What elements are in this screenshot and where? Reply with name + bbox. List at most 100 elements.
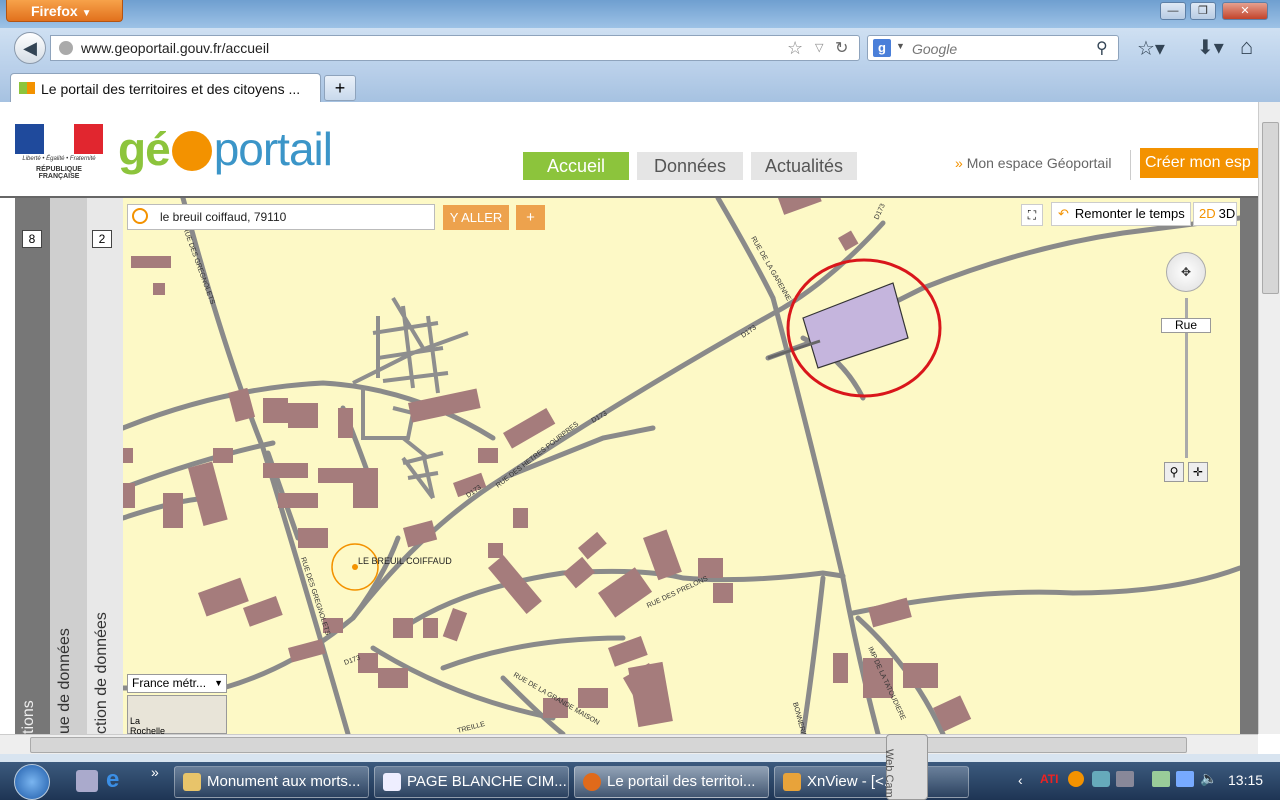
document-icon [383,773,401,791]
close-window-button[interactable]: ✕ [1222,2,1268,20]
tab-donnees[interactable]: Données [637,152,743,180]
mon-espace-link[interactable]: » Mon espace Géoportail [955,155,1111,171]
horizontal-scrollbar[interactable] [0,734,1258,754]
panel-label: tions [20,700,37,734]
new-tab-button[interactable]: + [324,75,356,101]
status-strip [0,754,1280,762]
panel-count-badge: 8 [22,230,42,248]
device-tray-icon[interactable] [1116,771,1134,787]
place-label: LE BREUIL COIFFAUD [358,556,452,566]
back-button[interactable]: ◀ [14,32,46,64]
side-panel-catalogue[interactable]: ue de données [50,198,87,734]
pan-control-icon[interactable]: ✥ [1166,252,1206,292]
creer-compte-button[interactable]: Créer mon esp [1140,148,1258,178]
zoom-center-icon[interactable]: ✛ [1188,462,1208,482]
svg-text:TREILLE: TREILLE [457,721,487,734]
bookmarks-menu-icon[interactable]: ☆▾ [1137,36,1165,61]
site-header: Liberté • Égalité • Fraternité RÉPUBLIQU… [0,102,1258,198]
favicon-icon [19,82,35,94]
url-text: www.geoportail.gouv.fr/accueil [81,40,270,56]
svg-text:RUE DES GREGNOLETS: RUE DES GREGNOLETS [181,226,216,305]
location-search-input[interactable]: le breuil coiffaud, 79110 [127,204,435,230]
google-engine-icon[interactable]: g [873,39,891,57]
go-button[interactable]: Y ALLER [443,205,509,230]
tab-actualites[interactable]: Actualités [751,152,857,180]
tab-accueil[interactable]: Accueil [523,152,629,180]
svg-text:D173: D173 [740,324,758,339]
header-divider [1130,150,1131,180]
avast-icon[interactable] [1068,771,1084,787]
mode-2d[interactable]: 2D [1194,206,1219,221]
tab-title: Le portail des territoires et des citoye… [41,81,301,97]
webcam-widget[interactable]: Web Cam [883,734,928,800]
minimize-button[interactable]: — [1160,2,1186,20]
ati-icon[interactable]: ATI [1040,772,1058,786]
show-desktop-icon[interactable] [76,770,98,792]
geoportail-logo[interactable]: gé portail [118,122,333,176]
site-identity-icon[interactable] [59,41,73,55]
bookmark-star-icon[interactable]: ☆ [787,38,803,59]
search-bar[interactable]: g ▼ Google ⚲ [867,35,1119,61]
svg-text:D173: D173 [873,203,886,221]
network-icon[interactable] [1176,771,1194,787]
territory-select[interactable]: France métr... ▼ [127,674,227,693]
taskbar-item-monument[interactable]: Monument aux morts... [174,766,369,798]
network-tray-icon[interactable] [1092,771,1110,787]
firefox-icon [583,773,601,791]
horizontal-scroll-thumb[interactable] [30,737,1187,753]
map-view[interactable]: RUE DES GREGNOLETS RUE DES GREGNOLETS RU… [123,198,1240,734]
taskbar-item-firefox[interactable]: Le portail des territoi... [574,766,769,798]
page-viewport: Liberté • Égalité • Fraternité RÉPUBLIQU… [0,102,1258,734]
window-titlebar [0,0,1280,28]
more-options-button[interactable]: + [516,205,545,230]
marianne-caption: Liberté • Égalité • Fraternité [22,156,96,162]
webcam-label: Web Cam [883,749,895,798]
taskbar-item-xnview[interactable]: XnView - [<...>p... [774,766,969,798]
zoom-search-icon[interactable]: ⚲ [1164,462,1184,482]
overview-minimap[interactable]: La Rochelle [127,695,227,734]
svg-text:RUE DES PRELONS: RUE DES PRELONS [646,575,710,610]
geolocate-icon[interactable] [132,208,148,224]
power-icon[interactable] [1152,771,1170,787]
dimension-toggle[interactable]: 2D 3D [1193,202,1237,226]
selected-parcel[interactable] [802,282,909,369]
firefox-menu-label: Firefox [31,3,78,19]
engine-dropdown-icon[interactable]: ▼ [896,41,905,51]
search-placeholder: Google [912,41,958,57]
mode-3d[interactable]: 3D [1219,206,1236,221]
quicklaunch-overflow-icon[interactable]: » [151,764,159,780]
side-panel-tools[interactable]: 8 tions [15,198,50,734]
reload-icon[interactable]: ↻ [835,38,848,58]
republique-label: RÉPUBLIQUE FRANÇAISE [36,166,82,180]
downloads-icon[interactable]: ⬇▾ [1197,35,1224,60]
tab-geoportail[interactable]: Le portail des territoires et des citoye… [10,73,321,104]
side-panel-selection[interactable]: 2 ction de données [87,198,123,734]
internet-explorer-icon[interactable]: e [106,766,119,794]
zoom-level-label[interactable]: Rue [1161,318,1211,333]
time-travel-button[interactable]: ↶ Remonter le temps [1051,202,1191,226]
right-panel-collapsed[interactable] [1240,198,1258,734]
taskbar-item-page-blanche[interactable]: PAGE BLANCHE CIM... [374,766,569,798]
url-bar[interactable]: www.geoportail.gouv.fr/accueil ☆ ▽ ↻ [50,35,860,61]
map-canvas[interactable]: RUE DES GREGNOLETS RUE DES GREGNOLETS RU… [123,198,1240,734]
maximize-button[interactable]: ❐ [1190,2,1216,20]
folder-icon [183,773,201,791]
tray-overflow-icon[interactable]: ‹ [1018,772,1023,788]
start-button[interactable] [10,762,60,800]
url-dropdown-icon[interactable]: ▽ [815,41,823,54]
system-clock[interactable]: 13:15 [1228,772,1263,788]
home-icon[interactable]: ⌂ [1240,34,1253,60]
minimap-label: La Rochelle [130,716,166,734]
vertical-scrollbar[interactable] [1258,102,1280,734]
search-value: le breuil coiffaud, 79110 [160,210,287,224]
xnview-icon [783,773,801,791]
panel-label: ction de données [93,612,110,734]
republique-francaise-logo: Liberté • Égalité • Fraternité RÉPUBLIQU… [15,124,103,180]
vertical-scroll-thumb[interactable] [1262,122,1279,294]
firefox-menu-button[interactable]: Firefox ▼ [6,0,123,22]
buildings [123,198,972,732]
fullscreen-icon[interactable]: ⛶ [1021,204,1043,226]
volume-icon[interactable]: 🔈 [1200,770,1217,787]
dropdown-arrow-icon: ▼ [81,8,92,19]
search-icon[interactable]: ⚲ [1096,38,1108,58]
